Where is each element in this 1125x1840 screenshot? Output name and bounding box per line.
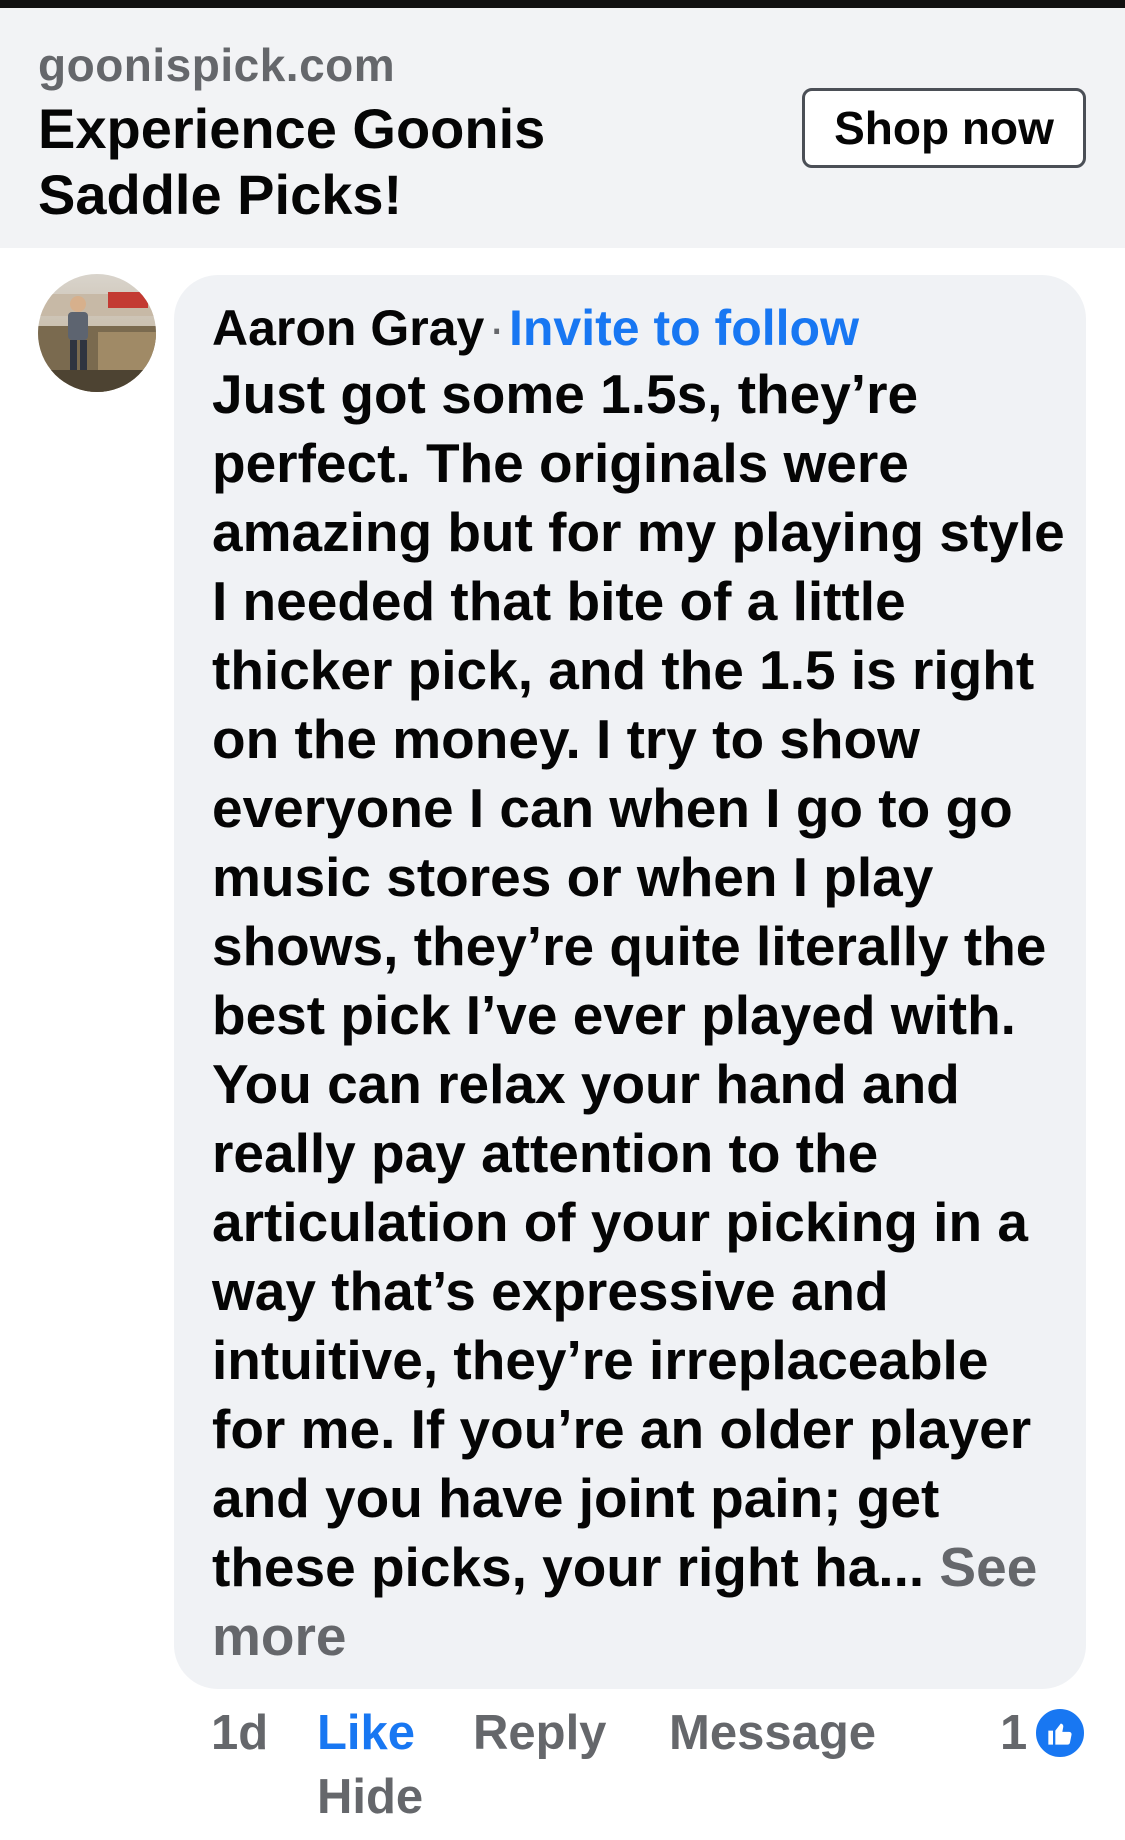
top-border xyxy=(0,0,1125,8)
user-avatar-image xyxy=(38,274,156,392)
author-name[interactable]: Aaron Gray xyxy=(212,300,484,356)
reply-button[interactable]: Reply xyxy=(473,1705,606,1761)
shop-now-button[interactable]: Shop now xyxy=(802,88,1086,168)
comment-timestamp[interactable]: 1d xyxy=(211,1705,268,1761)
sponsored-ad-banner[interactable]: goonispick.com Experience Goonis Saddle … xyxy=(0,8,1125,248)
message-button[interactable]: Message xyxy=(669,1705,876,1761)
ad-domain[interactable]: goonispick.com xyxy=(38,38,395,92)
comment-text: Just got some 1.5s, they’re perfect. The… xyxy=(212,363,1065,1598)
invite-to-follow-link[interactable]: Invite to follow xyxy=(509,300,859,356)
comment-header: Aaron Gray·Invite to follow xyxy=(212,299,859,357)
like-button[interactable]: Like xyxy=(317,1705,415,1761)
thumbs-up-icon xyxy=(1033,1706,1088,1760)
reaction-count: 1 xyxy=(1000,1706,1028,1760)
comment-body: Just got some 1.5s, they’re perfect. The… xyxy=(212,360,1072,1671)
hide-button[interactable]: Hide xyxy=(317,1769,423,1825)
ad-title[interactable]: Experience Goonis Saddle Picks! xyxy=(38,96,638,228)
comment-bubble: Aaron Gray·Invite to follow Just got som… xyxy=(174,275,1086,1689)
separator-dot: · xyxy=(488,300,505,356)
reaction-summary[interactable]: 1 xyxy=(1000,1705,1088,1761)
avatar[interactable] xyxy=(38,274,156,392)
